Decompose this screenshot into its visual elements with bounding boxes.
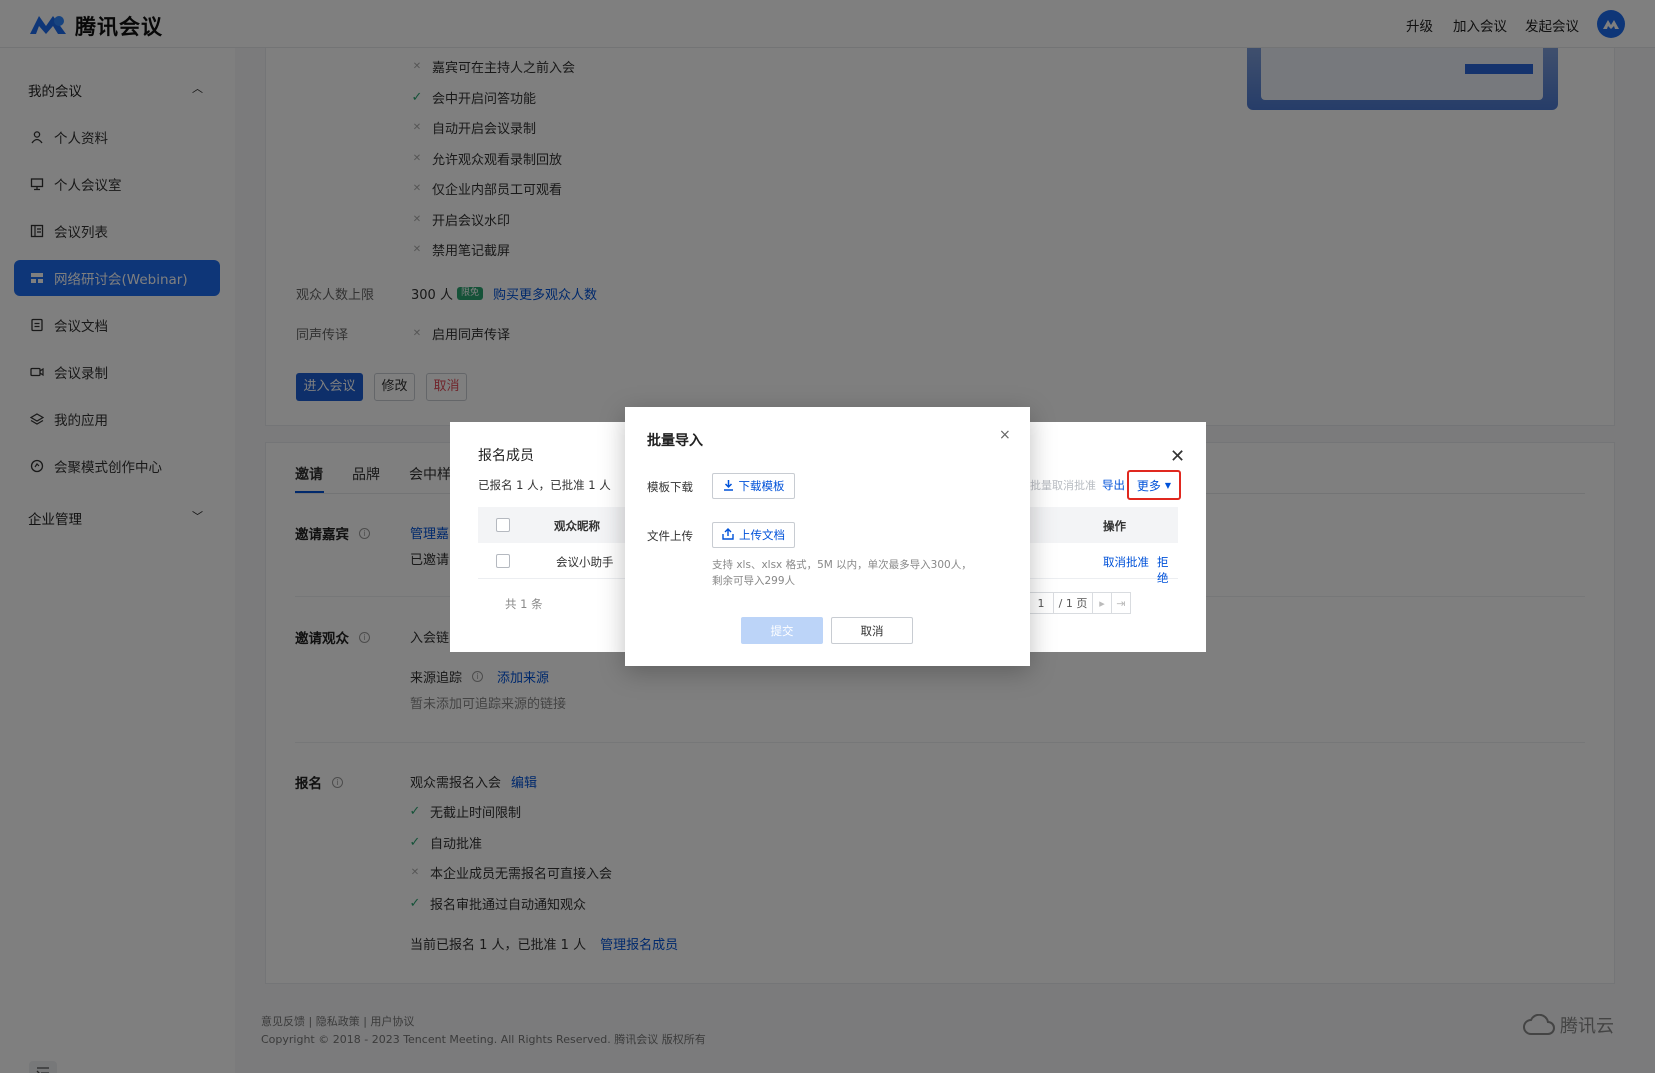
more-dropdown-button[interactable]: 更多 ▼ — [1127, 470, 1181, 500]
submit-button[interactable]: 提交 — [741, 617, 823, 644]
last-page-icon[interactable]: ⇥ — [1111, 592, 1131, 614]
cancel-button[interactable]: 取消 — [831, 617, 913, 644]
column-actions: 操作 — [1103, 519, 1126, 533]
download-icon — [723, 479, 734, 494]
caret-down-icon: ▼ — [1164, 480, 1172, 490]
row-nickname: 会议小助手 — [556, 555, 614, 569]
remaining-quota-hint: 剩余可导入299人 — [712, 575, 796, 587]
download-template-label: 下载模板 — [738, 479, 785, 493]
dialog-title: 批量导入 — [647, 433, 703, 449]
reject-link[interactable]: 拒绝 — [1157, 554, 1178, 586]
more-label: 更多 — [1136, 478, 1161, 493]
members-modal-title: 报名成员 — [478, 448, 534, 464]
next-page-icon[interactable]: ▸ — [1092, 592, 1112, 614]
upload-document-button[interactable]: 上传文档 — [712, 522, 795, 548]
close-icon[interactable]: ✕ — [1170, 446, 1185, 467]
page-input[interactable]: 1 — [1028, 592, 1054, 614]
export-button[interactable]: 导出 — [1102, 477, 1125, 493]
revoke-approval-link[interactable]: 取消批准 — [1103, 554, 1149, 570]
page-total: / 1 页 — [1053, 592, 1093, 614]
row-checkbox[interactable] — [496, 554, 510, 568]
batch-import-dialog: 批量导入 × 模板下载 下载模板 文件上传 上传文档 支持 xls、xlsx 格… — [625, 407, 1030, 666]
members-summary: 已报名 1 人，已批准 1 人 — [478, 478, 611, 492]
upload-icon — [722, 527, 734, 543]
download-template-button[interactable]: 下载模板 — [712, 473, 795, 499]
column-nickname: 观众昵称 — [554, 519, 600, 533]
upload-hint: 支持 xls、xlsx 格式，5M 以内，单次最多导入300人， — [712, 559, 972, 571]
upload-document-label: 上传文档 — [739, 528, 785, 542]
batch-revoke-button[interactable]: 批量取消批准 — [1030, 477, 1096, 493]
template-label: 模板下载 — [647, 480, 693, 494]
close-icon[interactable]: × — [999, 427, 1011, 443]
upload-label: 文件上传 — [647, 529, 693, 543]
total-count: 共 1 条 — [505, 597, 543, 611]
select-all-checkbox[interactable] — [496, 518, 510, 532]
